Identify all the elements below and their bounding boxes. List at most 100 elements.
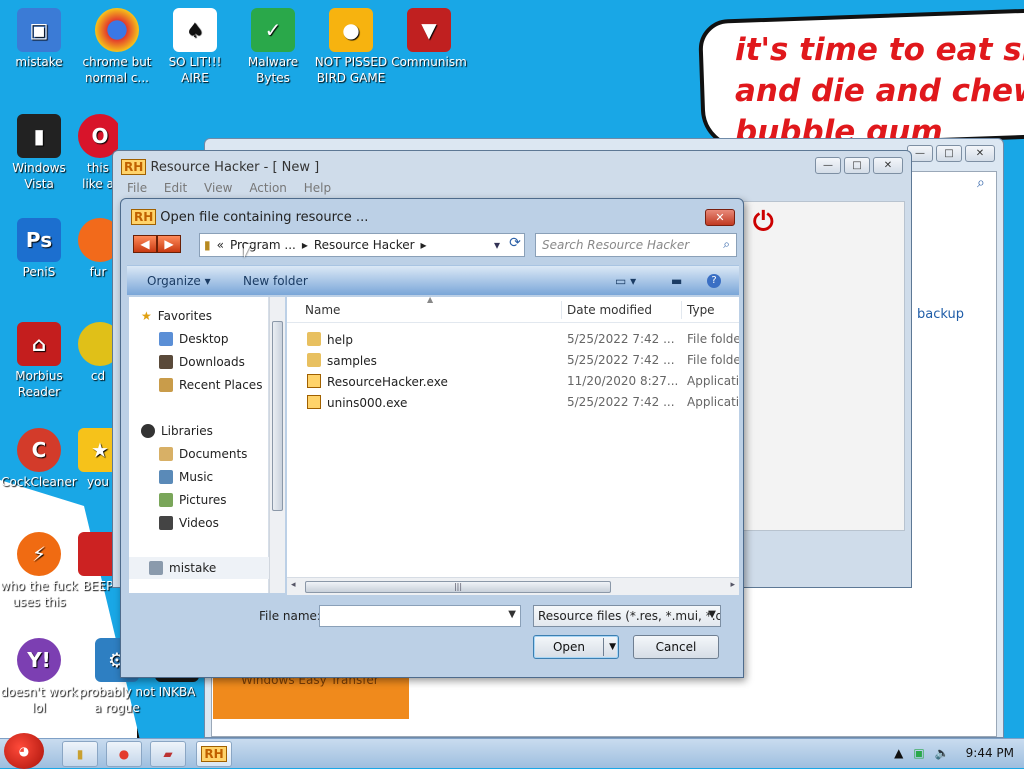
file-name-text: samples xyxy=(327,354,377,368)
column-divider[interactable] xyxy=(681,301,682,319)
nav-computer[interactable]: mistake xyxy=(129,557,269,579)
file-row[interactable]: unins000.exe 5/25/2022 7:42 ... Applicat… xyxy=(287,392,739,413)
nav-recent-places[interactable]: Recent Places xyxy=(159,378,262,392)
cancel-button[interactable]: Cancel xyxy=(633,635,719,659)
scrollbar-thumb[interactable] xyxy=(272,321,283,511)
open-button[interactable]: Open ▼ xyxy=(533,635,619,659)
start-button[interactable]: ◕ xyxy=(4,733,44,769)
search-input[interactable]: Search Resource Hacker ⌕ xyxy=(535,233,737,257)
chevron-down-icon: ▼ xyxy=(708,609,716,620)
file-row[interactable]: ResourceHacker.exe 11/20/2020 8:27... Ap… xyxy=(287,371,739,392)
nav-downloads[interactable]: Downloads xyxy=(159,355,245,369)
nav-desktop[interactable]: Desktop xyxy=(159,332,229,346)
desktop-icon-label: probably not a rogue xyxy=(78,685,156,715)
chevron-down-icon[interactable]: ▼ xyxy=(609,636,616,658)
taskbar-app[interactable]: ▰ xyxy=(150,741,186,767)
open-file-dialog[interactable]: RH Open file containing resource ... ✕ ◀ … xyxy=(120,198,744,678)
file-type-select[interactable]: Resource files (*.res, *.mui, *.dll ▼ xyxy=(533,605,721,627)
clock[interactable]: 9:44 PM xyxy=(966,746,1014,760)
column-type[interactable]: Type xyxy=(687,303,715,317)
file-name-input[interactable]: ▼ xyxy=(319,605,521,627)
backup-link[interactable]: backup xyxy=(917,307,964,322)
power-icon[interactable]: ⏻ xyxy=(753,207,785,239)
nav-label: Music xyxy=(179,470,214,484)
nav-music[interactable]: Music xyxy=(159,470,213,484)
breadcrumb-program-files[interactable]: Program ... xyxy=(230,238,296,252)
file-row[interactable]: samples 5/25/2022 7:42 ... File folde xyxy=(287,350,739,371)
column-divider[interactable] xyxy=(561,301,562,319)
taskbar-chrome[interactable]: ● xyxy=(106,741,142,767)
search-icon[interactable]: ⌕ xyxy=(977,175,985,191)
split-divider xyxy=(603,638,604,656)
close-button[interactable]: ✕ xyxy=(873,157,903,174)
desktop-icon-label: Morbius Reader xyxy=(15,369,63,399)
chevron-down-icon[interactable]: ▼ xyxy=(508,609,516,620)
desktop-icon-label: mistake xyxy=(15,55,63,69)
back-arrow-icon[interactable]: ◀ xyxy=(133,235,157,253)
nav-pictures[interactable]: Pictures xyxy=(159,493,227,507)
documents-icon xyxy=(159,447,173,461)
maximize-button[interactable]: □ xyxy=(844,157,870,174)
scroll-right-icon[interactable]: ▸ xyxy=(730,580,735,590)
desktop-icon-photoshop[interactable]: Ps PeniS xyxy=(0,218,78,280)
column-date-modified[interactable]: Date modified xyxy=(567,303,652,317)
desktop-icon-solitaire[interactable]: ♠ SO LIT!!! AIRE xyxy=(156,8,234,86)
refresh-icon[interactable]: ⟳ xyxy=(505,235,525,255)
breadcrumb-resource-hacker[interactable]: Resource Hacker xyxy=(314,238,415,252)
new-folder-button[interactable]: New folder xyxy=(243,274,308,288)
lightning-icon: ⚡ xyxy=(17,532,61,576)
desktop-icon-malwarebytes[interactable]: ✓ Malware Bytes xyxy=(234,8,312,86)
menu-edit[interactable]: Edit xyxy=(164,181,187,195)
organize-button[interactable]: Organize ▾ xyxy=(147,274,211,288)
desktop-icon-label: PeniS xyxy=(22,265,56,279)
desktop-icon-morbius-reader[interactable]: ⌂ Morbius Reader xyxy=(0,322,78,400)
column-name[interactable]: Name xyxy=(305,303,340,317)
navigation-pane: ★ Favorites Desktop Downloads Recent Plac… xyxy=(129,297,269,593)
pig-icon: ● xyxy=(329,8,373,52)
file-row[interactable]: help 5/25/2022 7:42 ... File folde xyxy=(287,329,739,350)
file-type: File folde xyxy=(687,353,739,367)
scrollbar-thumb[interactable]: ||| xyxy=(305,581,611,593)
desktop-icon-cockcleaner[interactable]: C CockCleaner xyxy=(0,428,78,490)
menu-help[interactable]: Help xyxy=(304,181,331,195)
nav-favorites[interactable]: ★ Favorites xyxy=(141,309,212,323)
nav-label: Videos xyxy=(179,516,219,530)
forward-arrow-icon[interactable]: ▶ xyxy=(157,235,181,253)
desktop-icon-label: chrome but normal c... xyxy=(82,55,152,85)
rh-logo-icon: RH xyxy=(121,159,147,175)
menu-view[interactable]: View xyxy=(204,181,232,195)
desktop-icon-mistake[interactable]: ▣ mistake xyxy=(0,8,78,70)
network-icon[interactable]: ▣ xyxy=(913,746,924,760)
desktop-icon-label: Malware Bytes xyxy=(247,55,299,85)
taskbar-resource-hacker[interactable]: RH xyxy=(196,741,232,767)
chevron-down-icon[interactable]: ▾ xyxy=(494,238,500,252)
nav-scrollbar[interactable] xyxy=(269,297,285,593)
desktop-icon-windows-vista[interactable]: ▮ Windows Vista xyxy=(0,114,78,192)
volume-icon[interactable]: 🔈 xyxy=(935,746,950,760)
desktop-icon-communism[interactable]: ▼ Communism xyxy=(390,8,468,70)
minimize-button[interactable]: — xyxy=(815,157,841,174)
view-options-icon[interactable]: ▭ ▾ xyxy=(615,274,636,288)
nav-label: Downloads xyxy=(179,355,245,369)
nav-documents[interactable]: Documents xyxy=(159,447,247,461)
desktop-icon-bird-game[interactable]: ● NOT PISSED BIRD GAME xyxy=(312,8,390,86)
close-button[interactable]: ✕ xyxy=(705,209,735,226)
file-name: unins000.exe xyxy=(307,395,407,410)
file-name: samples xyxy=(307,353,377,368)
desktop-icon-who-uses-this[interactable]: ⚡ who the fuck uses this xyxy=(0,532,78,610)
horizontal-scrollbar[interactable]: ◂ ||| ▸ xyxy=(287,577,739,595)
show-hidden-icons-icon[interactable]: ▲ xyxy=(894,746,903,760)
menu-file[interactable]: File xyxy=(127,181,147,195)
taskbar-explorer[interactable]: ▮ xyxy=(62,741,98,767)
preview-pane-icon[interactable]: ▬ xyxy=(671,274,682,288)
nav-libraries[interactable]: Libraries xyxy=(141,424,213,438)
desktop-icon-chrome[interactable]: chrome but normal c... xyxy=(78,8,156,86)
nav-videos[interactable]: Videos xyxy=(159,516,219,530)
menu-action[interactable]: Action xyxy=(249,181,287,195)
close-button[interactable]: ✕ xyxy=(965,145,995,162)
desktop-icon-yahoo[interactable]: Y! doesn't work lol xyxy=(0,638,78,716)
help-icon[interactable]: ? xyxy=(707,274,721,288)
file-name: help xyxy=(307,332,353,347)
maximize-button[interactable]: □ xyxy=(936,145,962,162)
scroll-left-icon[interactable]: ◂ xyxy=(291,580,296,590)
